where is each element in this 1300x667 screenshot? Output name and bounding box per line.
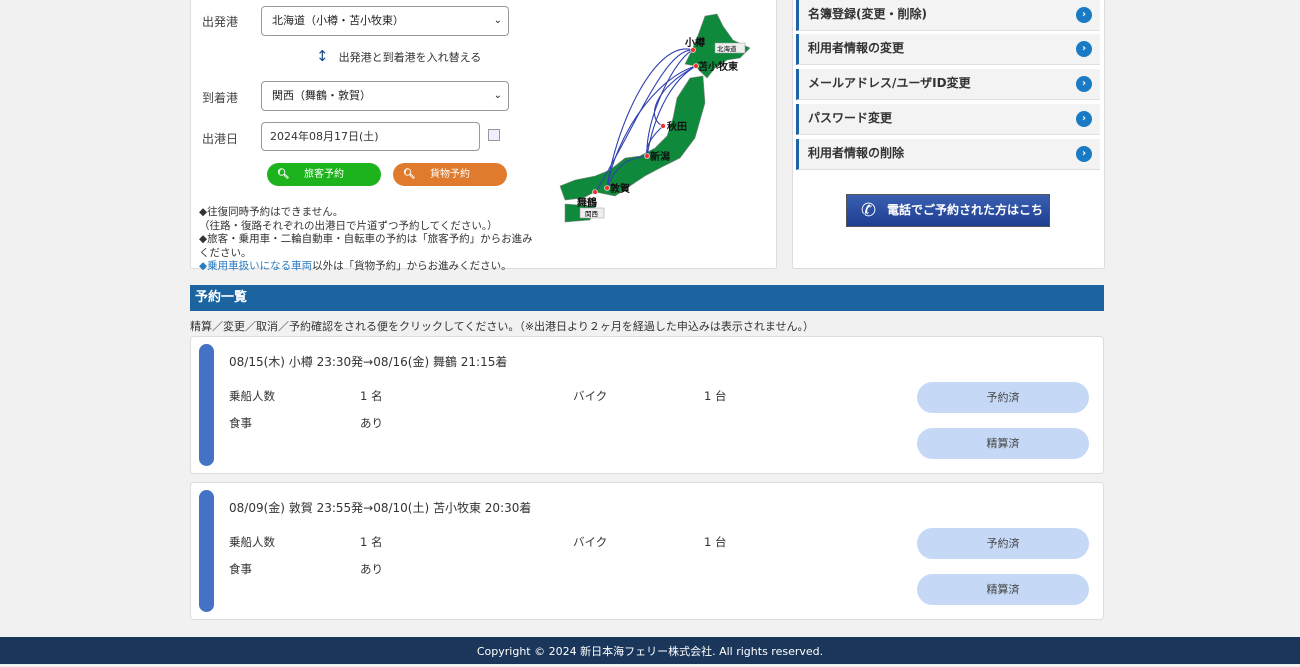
arrival-label: 到着港 [202,91,239,105]
phone-reservation-button[interactable]: ✆ 電話でご予約された方はこちら [846,194,1050,248]
vehicle-link[interactable]: ◆乗用車扱いになる車両 [199,260,312,272]
menu-item-passenger-list[interactable]: 名簿登録(変更・削除) › [796,0,1100,31]
menu-label: パスワード変更 [808,111,893,125]
menu-item-password-change[interactable]: パスワード変更 › [796,104,1100,135]
menu-item-user-delete[interactable]: 利用者情報の削除 › [796,139,1100,170]
card-accent-bar [199,344,214,466]
chevron-right-icon: › [1076,76,1092,92]
arrival-select[interactable]: 関西（舞鶴・敦賀） ⌄ [261,81,509,111]
port-label: 敦賀 [610,182,630,195]
button-label: 貨物予約 [430,169,470,180]
port-label: 舞鶴 [577,196,597,209]
menu-label: メールアドレス/ユーザID変更 [808,76,971,90]
arrival-value: 関西（舞鶴・敦賀） [272,89,371,102]
departure-label: 出発港 [202,15,239,29]
menu-item-email-id-change[interactable]: メールアドレス/ユーザID変更 › [796,69,1100,100]
cargo-reservation-button[interactable]: 🔍︎ 貨物予約 [393,163,507,186]
bike-value: 1 台 [704,535,727,549]
menu-label: 名簿登録(変更・削除) [808,7,927,21]
button-label: 旅客予約 [304,169,344,180]
swap-arrow-icon: ↕ [316,47,329,65]
region-tag: 関西 [585,210,599,218]
date-label: 出港日 [202,132,239,146]
note: 以外は「貨物予約」からお進みください。 [312,260,512,272]
port-label: 秋田 [667,120,687,133]
menu-item-user-info-change[interactable]: 利用者情報の変更 › [796,34,1100,65]
date-input[interactable]: 2024年08月17日(土) [261,122,480,151]
route-text: 08/09(金) 敦賀 23:55発→08/10(土) 苫小牧東 20:30着 [229,501,532,515]
bike-label: バイク [573,389,608,403]
footer-copyright: Copyright © 2024 新日本海フェリー株式会社. All right… [0,637,1300,664]
section-title: 予約一覧 [190,285,1104,311]
search-icon: 🔍︎ [277,169,290,180]
chevron-down-icon: ⌄ [493,90,502,101]
swap-label: 出発港と到着港を入れ替える [338,51,482,64]
notes: ◆往復同時予約はできません。 （往路・復路それぞれの出港日で片道ずつ予約してくだ… [199,206,539,274]
port-label: 小樽 [684,36,705,49]
menu-label: 利用者情報の変更 [808,41,905,55]
meal-value: あり [360,562,383,576]
passengers-value: 1 名 [360,535,383,549]
route-map: 小樽 苫小牧東 秋田 新潟 敦賀 舞鶴 北海道 関西 [559,13,751,223]
port-label: 新潟 [650,150,670,163]
bike-value: 1 台 [704,389,727,403]
region-tag: 北海道 [717,44,737,53]
paid-status-button[interactable]: 精算済 [917,574,1089,605]
note: ◆旅客・乗用車・二輪自動車・自転車の予約は「旅客予約」からお進みください。 [199,233,533,259]
route-text: 08/15(木) 小樽 23:30発→08/16(金) 舞鶴 21:15着 [229,355,508,369]
meal-label: 食事 [229,416,252,430]
reservation-card[interactable]: 08/09(金) 敦賀 23:55発→08/10(土) 苫小牧東 20:30着 … [190,482,1104,620]
note: （往路・復路それぞれの出港日で片道ずつ予約してください。） [199,219,498,232]
note: ◆往復同時予約はできません。 [199,206,344,218]
meal-value: あり [360,416,383,430]
bike-label: バイク [573,535,608,549]
departure-value: 北海道（小樽・苫小牧東） [272,14,404,27]
passengers-value: 1 名 [360,389,383,403]
reserved-status-button[interactable]: 予約済 [917,528,1089,559]
port-label: 苫小牧東 [698,60,738,73]
departure-select[interactable]: 北海道（小樽・苫小牧東） ⌄ [261,6,509,36]
instruction-text: 精算／変更／取消／予約確認をされる便をクリックしてください。（※出港日より２ヶ月… [190,320,815,333]
reservation-card[interactable]: 08/15(木) 小樽 23:30発→08/16(金) 舞鶴 21:15着 乗船… [190,336,1104,474]
card-accent-bar [199,490,214,612]
passengers-label: 乗船人数 [229,535,275,549]
chevron-right-icon: › [1076,111,1092,127]
chevron-right-icon: › [1076,7,1092,23]
phone-icon: ✆ [861,200,877,221]
passenger-reservation-button[interactable]: 🔍︎ 旅客予約 [267,163,381,186]
menu-label: 利用者情報の削除 [808,146,905,160]
meal-label: 食事 [229,562,252,576]
chevron-right-icon: › [1076,41,1092,57]
paid-status-button[interactable]: 精算済 [917,428,1089,459]
swap-ports-button[interactable]: ↕ 出発港と到着港を入れ替える [316,47,481,65]
search-icon: 🔍︎ [403,169,416,180]
chevron-right-icon: › [1076,146,1092,162]
chevron-down-icon: ⌄ [493,15,502,26]
calendar-icon[interactable] [488,129,500,141]
passengers-label: 乗船人数 [229,389,275,403]
reserved-status-button[interactable]: 予約済 [917,382,1089,413]
